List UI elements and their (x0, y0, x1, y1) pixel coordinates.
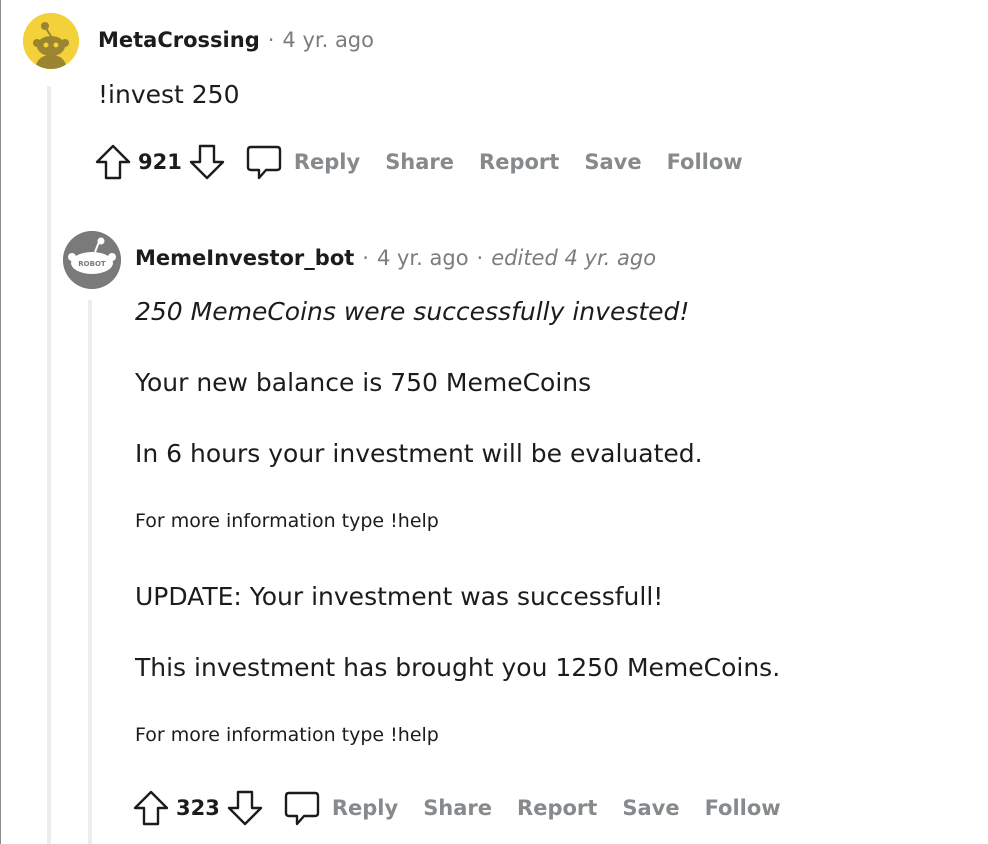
speech-bubble-icon (284, 791, 320, 826)
comment-timestamp[interactable]: 4 yr. ago (282, 28, 374, 52)
follow-button[interactable]: Follow (667, 150, 743, 174)
comment-actions-1: 921 Reply Share Report Save Follow (94, 142, 768, 182)
bot-help-line: For more information type !help (135, 724, 439, 746)
downvote-arrow-icon[interactable] (188, 143, 226, 181)
comment-author[interactable]: MemeInvestor_bot (135, 246, 354, 270)
share-button[interactable]: Share (423, 796, 492, 820)
upvote-arrow-icon[interactable] (94, 143, 132, 181)
share-button[interactable]: Share (385, 150, 454, 174)
separator-dot: · (267, 28, 275, 52)
report-button[interactable]: Report (517, 796, 597, 820)
save-button[interactable]: Save (622, 796, 679, 820)
separator-dot: · (362, 246, 369, 270)
downvote-arrow-icon[interactable] (226, 789, 264, 827)
upvote-arrow-icon[interactable] (132, 789, 170, 827)
separator-dot: · (476, 246, 484, 270)
thread-line-child[interactable] (88, 300, 92, 844)
avatar-metacrossing[interactable] (23, 13, 79, 69)
thread-line-parent[interactable] (47, 86, 51, 844)
bot-message-line: In 6 hours your investment will be evalu… (135, 439, 703, 468)
follow-button[interactable]: Follow (705, 796, 781, 820)
edited-timestamp: edited 4 yr. ago (491, 246, 657, 270)
report-button[interactable]: Report (479, 150, 559, 174)
avatar-memeinvestor-bot[interactable]: ROBOT (63, 231, 121, 289)
bot-message-line: This investment has brought you 1250 Mem… (135, 653, 781, 682)
comment-author[interactable]: MetaCrossing (98, 28, 260, 52)
snoo-avatar-icon (23, 13, 79, 69)
reply-label: Reply (331, 796, 399, 820)
comment-header-1: MetaCrossing · 4 yr. ago (98, 28, 374, 52)
comment-body-1: !invest 250 (98, 80, 240, 109)
reply-label: Reply (293, 150, 361, 174)
speech-bubble-icon (246, 145, 282, 180)
comment-header-2: MemeInvestor_bot · 4 yr. ago · edited 4 … (135, 246, 656, 270)
comment-actions-2: 323 Reply Share Report Save Follow (132, 788, 806, 828)
vote-score: 323 (176, 796, 220, 820)
avatar-robot-text: ROBOT (78, 260, 106, 268)
reply-button[interactable]: Reply (244, 142, 385, 182)
comment-timestamp[interactable]: 4 yr. ago (377, 246, 469, 270)
save-button[interactable]: Save (584, 150, 641, 174)
bot-help-line: For more information type !help (135, 510, 439, 532)
robot-snoo-avatar-icon: ROBOT (63, 231, 121, 289)
bot-message-line: Your new balance is 750 MemeCoins (135, 368, 592, 397)
bot-message-line: UPDATE: Your investment was successfull! (135, 582, 664, 611)
vote-score: 921 (138, 150, 182, 174)
window-edge (0, 0, 1, 844)
reply-button[interactable]: Reply (282, 788, 423, 828)
bot-message-line: 250 MemeCoins were successfully invested… (135, 297, 690, 326)
